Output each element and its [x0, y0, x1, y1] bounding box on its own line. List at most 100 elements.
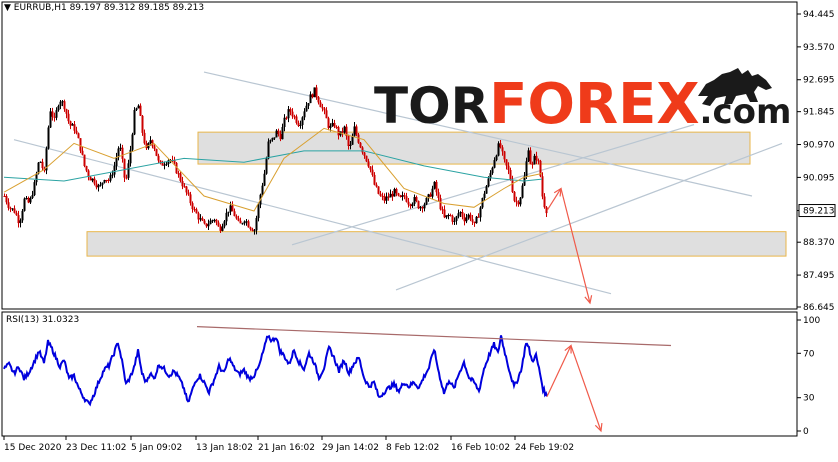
time-tick-label: 15 Dec 2020 — [4, 443, 62, 453]
rsi-tick-label: 70 — [803, 349, 815, 359]
candle-body — [361, 147, 364, 153]
candle-body — [451, 215, 454, 222]
chart-window: 94.445 93.570 92.695 91.845 90.970 90.095 89.2… — [0, 0, 838, 458]
candle-body — [283, 117, 286, 128]
current-price-label: 89.213 — [803, 207, 835, 217]
time-tick-label: 21 Jan 16:02 — [258, 443, 315, 453]
candle-body — [243, 221, 246, 224]
candle-body — [237, 218, 240, 221]
candle-body — [425, 197, 428, 205]
candle-body — [421, 207, 424, 209]
logo-text-forex: FOREX — [489, 72, 699, 137]
price-tick-label: 94.445 — [803, 10, 835, 20]
candle-body — [91, 178, 94, 181]
time-tick-label: 5 Jan 09:02 — [131, 443, 182, 453]
candle-body — [165, 163, 168, 165]
candle-body — [3, 195, 6, 197]
candle-body — [439, 197, 442, 210]
torforex-logo: TORFOREX.com — [374, 68, 791, 137]
candle-body — [55, 110, 58, 118]
candle-body — [485, 186, 488, 194]
candle-body — [343, 126, 346, 133]
candle-body — [39, 161, 42, 163]
candle-body — [121, 147, 124, 159]
candle-body — [153, 146, 156, 149]
rsi-tick-label: 0 — [803, 427, 809, 437]
zone-2 — [86, 231, 787, 257]
candle-body — [253, 230, 256, 232]
candle-body — [387, 196, 390, 198]
candle-body — [73, 124, 76, 131]
candle-body — [29, 197, 32, 203]
candle-body — [293, 116, 296, 118]
candle-body — [5, 196, 8, 203]
dropdown-triangle-icon[interactable]: ▼ — [4, 3, 11, 13]
candle-body — [423, 204, 426, 209]
candle-body — [269, 139, 272, 142]
candle-body — [349, 144, 352, 146]
time-axis: 15 Dec 2020 23 Dec 11:02 5 Jan 09:02 13 Jan… — [3, 436, 574, 453]
candle-body — [471, 219, 474, 222]
candle-body — [465, 217, 468, 222]
logo-text-tor: TOR — [374, 77, 489, 135]
candle-body — [183, 186, 186, 188]
candle-body — [383, 196, 386, 201]
price-tick-label: 90.095 — [803, 173, 835, 183]
candle-body — [303, 111, 306, 118]
candle-body — [289, 109, 292, 112]
candle-body — [483, 193, 486, 199]
candle-body — [535, 155, 538, 161]
candle-body — [93, 178, 96, 184]
price-tick-label: 93.570 — [803, 43, 835, 53]
candle-body — [193, 209, 196, 211]
candle-body — [397, 193, 400, 196]
candle-body — [491, 167, 494, 174]
candle-body — [249, 227, 252, 230]
candle-body — [401, 195, 404, 197]
candle-body — [511, 179, 514, 192]
ohlc-values: 89.197 89.312 89.185 89.213 — [69, 3, 205, 13]
candle-body — [381, 195, 384, 197]
candle-body — [319, 102, 322, 108]
candle-body — [437, 192, 440, 198]
candle-body — [197, 213, 200, 220]
symbol-header: ▼ EURRUB,H1 89.197 89.312 89.185 89.213 — [4, 3, 204, 13]
candle-body — [263, 173, 266, 186]
candle-body — [337, 127, 340, 136]
candle-body — [219, 226, 222, 231]
candle-body — [313, 87, 316, 98]
candle-body — [109, 175, 112, 181]
candle-body — [207, 224, 210, 227]
candle-body — [133, 110, 136, 135]
candle-body — [507, 165, 510, 170]
candle-body — [245, 221, 248, 223]
candle-body — [369, 166, 372, 170]
candle-body — [291, 111, 294, 117]
candle-body — [379, 193, 382, 196]
candle-body — [139, 105, 142, 116]
candle-body — [519, 197, 522, 205]
candle-body — [479, 207, 482, 218]
candle-body — [463, 216, 466, 222]
candle-body — [47, 127, 50, 149]
candle-body — [331, 122, 334, 126]
candle-body — [355, 126, 358, 135]
candle-body — [57, 106, 60, 111]
candle-body — [347, 136, 350, 146]
rsi-pane — [1, 311, 798, 437]
candle-body — [89, 176, 92, 181]
time-tick-label: 23 Dec 11:02 — [66, 443, 127, 453]
candle-body — [385, 196, 388, 201]
candle-body — [201, 218, 204, 221]
price-tick-label: 91.845 — [803, 108, 835, 118]
candle-body — [505, 159, 508, 166]
candle-body — [515, 200, 518, 203]
candle-body — [389, 193, 392, 198]
candle-body — [413, 197, 416, 204]
candle-body — [187, 192, 190, 195]
candle-body — [203, 220, 206, 224]
candle-body — [311, 94, 314, 98]
candle-body — [257, 204, 260, 219]
candle-body — [333, 122, 336, 127]
candle-body — [435, 181, 438, 193]
